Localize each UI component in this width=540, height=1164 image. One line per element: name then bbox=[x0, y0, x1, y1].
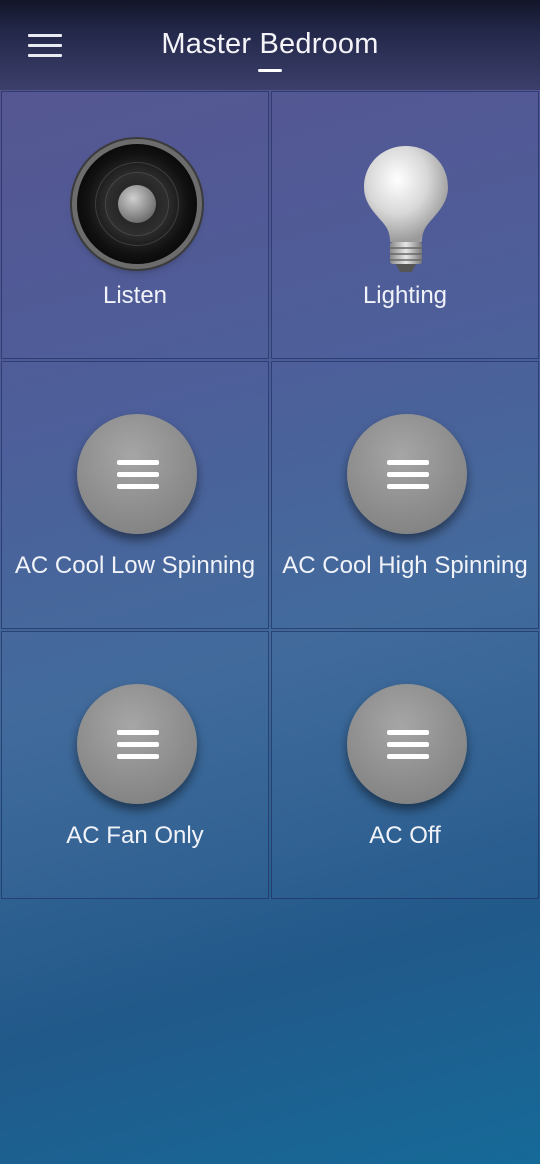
tile-listen[interactable]: Listen bbox=[1, 91, 269, 359]
speaker-icon bbox=[77, 144, 197, 264]
menu-icon bbox=[347, 414, 467, 534]
tile-label: AC Fan Only bbox=[66, 822, 204, 849]
page-title: Master Bedroom bbox=[161, 28, 379, 60]
tile-label: AC Cool Low Spinning bbox=[14, 552, 256, 579]
tile-ac-off[interactable]: AC Off bbox=[271, 631, 539, 899]
tile-lighting[interactable]: Lighting bbox=[271, 91, 539, 359]
tile-label: AC Cool High Spinning bbox=[282, 552, 528, 579]
tile-label: AC Off bbox=[369, 822, 441, 849]
menu-icon bbox=[347, 684, 467, 804]
scene-grid: Listen Lighting AC Cool Low Spinning AC … bbox=[0, 91, 540, 899]
tile-ac-cool-low-spinning[interactable]: AC Cool Low Spinning bbox=[1, 361, 269, 629]
menu-icon bbox=[77, 684, 197, 804]
tile-label: Listen bbox=[102, 282, 168, 309]
title-underline bbox=[258, 69, 282, 72]
light-bulb-icon bbox=[364, 146, 448, 272]
tile-ac-fan-only[interactable]: AC Fan Only bbox=[1, 631, 269, 899]
tile-label: Lighting bbox=[362, 282, 448, 309]
menu-icon bbox=[77, 414, 197, 534]
top-bar: Master Bedroom bbox=[0, 0, 540, 90]
tile-ac-cool-high-spinning[interactable]: AC Cool High Spinning bbox=[271, 361, 539, 629]
